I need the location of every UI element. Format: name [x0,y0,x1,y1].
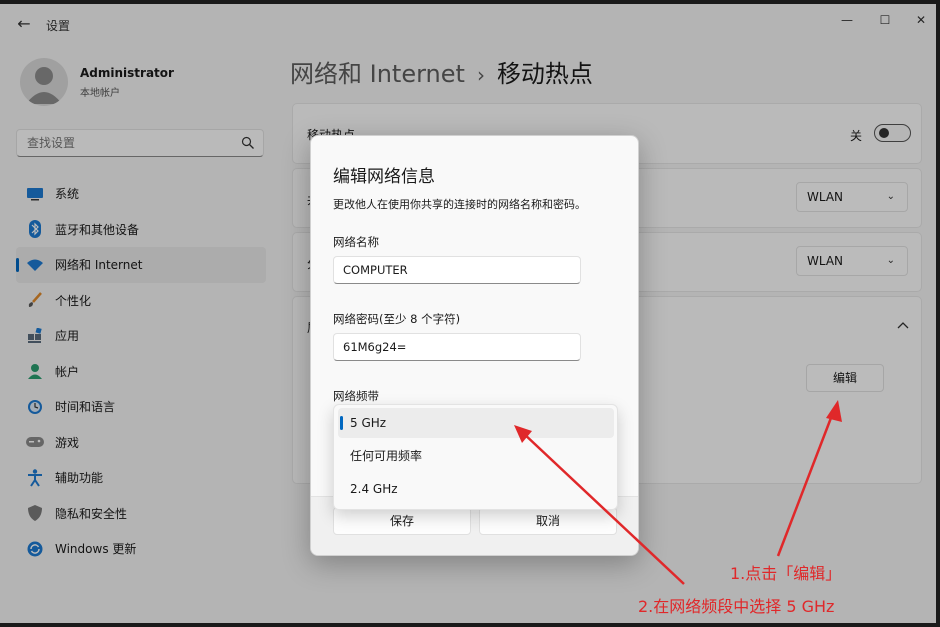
network-name-label: 网络名称 [333,235,379,249]
save-button[interactable]: 保存 [333,507,471,535]
band-dropdown-list: 5 GHz 任何可用频率 2.4 GHz [333,404,618,510]
network-password-input[interactable] [334,334,574,360]
annotation-step2: 2.在网络频段中选择 5 GHz [638,597,835,616]
edit-network-dialog: 编辑网络信息 更改他人在使用你共享的连接时的网络名称和密码。 网络名称 网络密码… [310,135,639,556]
dialog-description: 更改他人在使用你共享的连接时的网络名称和密码。 [333,198,586,211]
band-option-any[interactable]: 任何可用频率 [338,441,614,471]
network-name-field[interactable] [333,256,581,284]
cancel-button[interactable]: 取消 [479,507,617,535]
network-band-label: 网络频带 [333,389,379,403]
annotation-step1: 1.点击「编辑」 [730,564,842,583]
network-password-field[interactable] [333,333,581,361]
dialog-title: 编辑网络信息 [333,167,435,187]
window-border-top [0,0,940,4]
band-option-2-4ghz[interactable]: 2.4 GHz [338,474,614,504]
band-option-5ghz[interactable]: 5 GHz [338,408,614,438]
window-border-right [936,0,940,627]
settings-window: ← 设置 — ☐ ✕ Administrator 本地帐户 系统 [0,0,940,627]
window-border-bottom [0,623,940,627]
network-password-label: 网络密码(至少 8 个字符) [333,312,461,326]
network-name-input[interactable] [334,257,574,283]
